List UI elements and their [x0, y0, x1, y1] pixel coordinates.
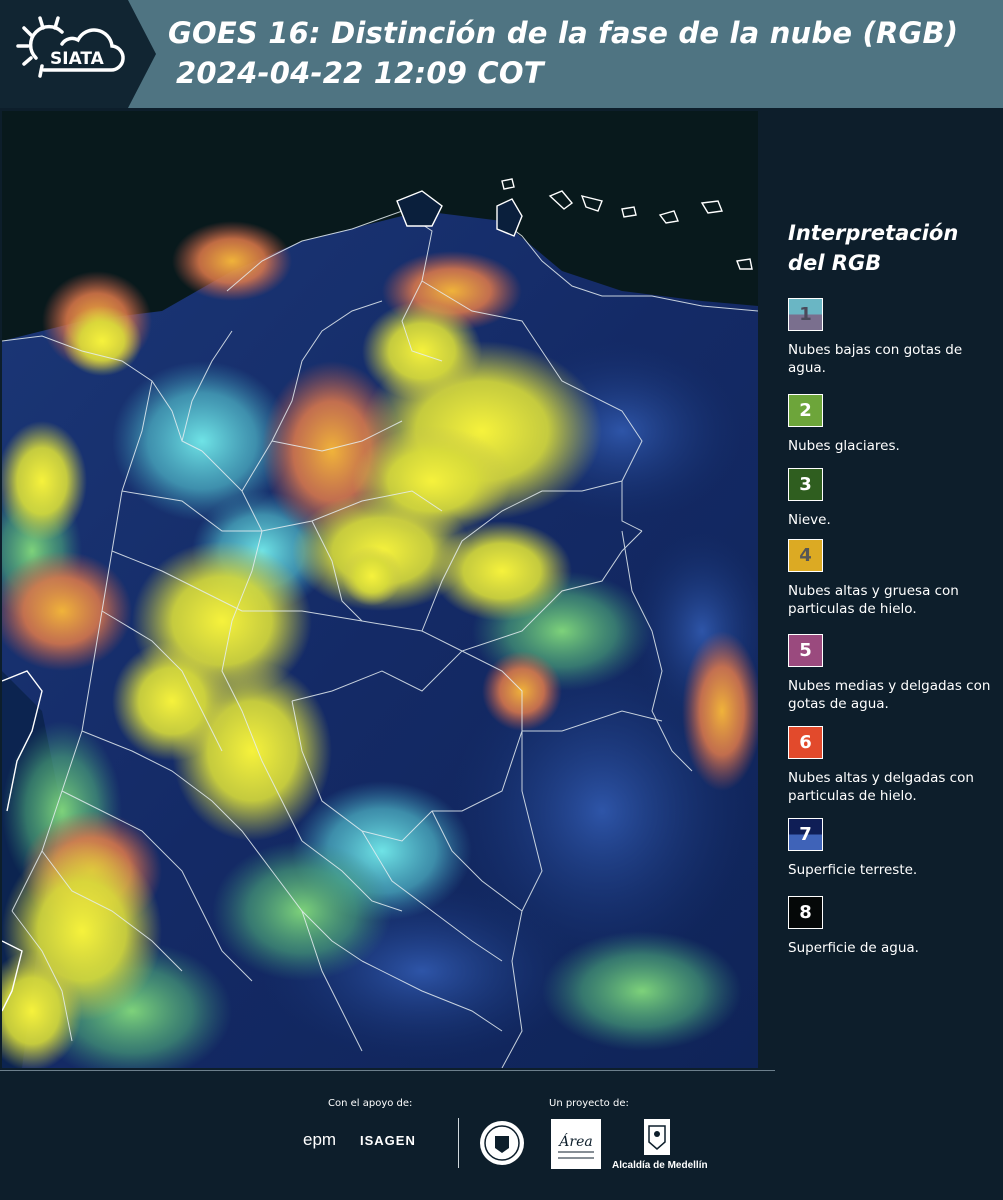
alcaldia-label: Alcaldía de Medellín [612, 1160, 708, 1171]
legend-swatch: 8 [788, 896, 823, 929]
footer-divider [0, 1070, 775, 1071]
satellite-map [2, 111, 758, 1068]
isagen-logo: ISAGEN [360, 1133, 416, 1148]
project-label: Un proyecto de: [549, 1098, 629, 1109]
alcaldia-shield-icon [644, 1119, 670, 1155]
legend-label: Nubes bajas con gotas de agua. [788, 342, 963, 376]
legend-label: Nubes altas y delgadas con particulas de… [788, 770, 974, 804]
medellin-seal-icon [480, 1121, 524, 1165]
legend-swatch: 1 [788, 298, 823, 331]
legend-swatch: 3 [788, 468, 823, 501]
legend-label: Superficie de agua. [788, 940, 919, 956]
area-metropolitana-logo: Área [551, 1119, 601, 1169]
legend-label: Superficie terreste. [788, 862, 918, 878]
legend-label: Nubes altas y gruesa con particulas de h… [788, 583, 959, 617]
satellite-rgb-image [2, 111, 758, 1068]
legend-item-8: 8 Superficie de agua. [788, 896, 998, 957]
legend-item-6: 6 Nubes altas y delgadas con particulas d… [788, 726, 998, 805]
legend-label: Nubes glaciares. [788, 438, 900, 454]
logo-text: SIATA [50, 49, 105, 69]
header-bar: SIATA GOES 16: Distinción de la fase de … [0, 0, 1003, 108]
svg-text:Área: Área [557, 1132, 592, 1150]
logo-divider [458, 1118, 459, 1168]
legend-title: Interpretación del RGB [788, 221, 959, 275]
legend-swatch: 4 [788, 539, 823, 572]
support-label: Con el apoyo de: [328, 1098, 413, 1109]
legend-item-5: 5 Nubes medias y delgadas con gotas de ag… [788, 634, 998, 713]
legend-item-2: 2 Nubes glaciares. [788, 394, 998, 455]
legend-item-7: 7 Superficie terreste. [788, 818, 998, 879]
legend-swatch: 7 [788, 818, 823, 851]
page-title: GOES 16: Distinción de la fase de la nub… [168, 16, 959, 50]
legend-item-3: 3 Nieve. [788, 468, 998, 529]
legend-swatch: 6 [788, 726, 823, 759]
siata-logo: SIATA [0, 0, 128, 108]
timestamp: 2024-04-22 12:09 COT [176, 56, 544, 90]
legend-label: Nubes medias y delgadas con gotas de agu… [788, 678, 991, 712]
legend-item-1: 1 Nubes bajas con gotas de agua. [788, 298, 998, 377]
legend-swatch: 2 [788, 394, 823, 427]
sun-cloud-icon: SIATA [16, 16, 125, 78]
legend-swatch: 5 [788, 634, 823, 667]
legend-item-4: 4 Nubes altas y gruesa con particulas de … [788, 539, 998, 618]
legend-label: Nieve. [788, 512, 831, 528]
logo-arrow [128, 0, 156, 108]
epm-logo: epm [303, 1130, 337, 1149]
